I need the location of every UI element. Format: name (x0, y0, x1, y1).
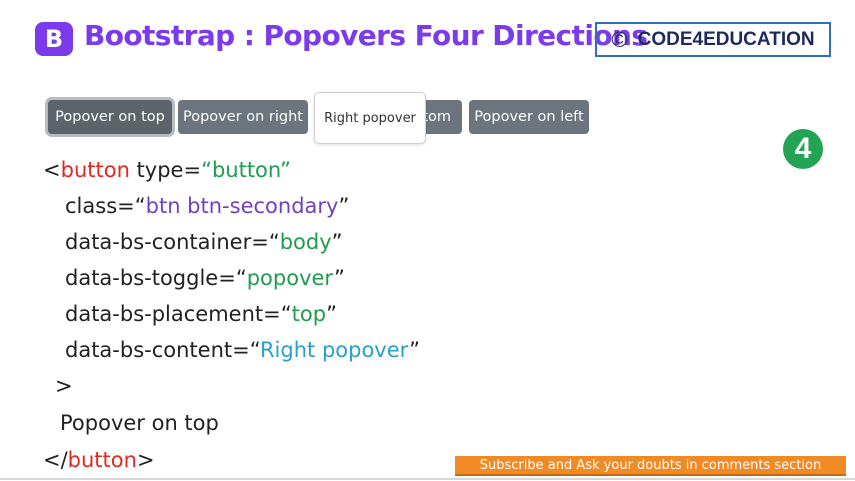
code-gt: > (55, 374, 73, 398)
bootstrap-logo: B (35, 22, 73, 56)
code-content-attr: data-bs-content= (65, 338, 250, 362)
code-line-close-tag: </button> (43, 448, 155, 472)
brand-name: CODE4EDUCATION (637, 28, 815, 50)
brand-box: © CODE4EDUCATION (595, 22, 831, 57)
code-close-lt: </ (43, 448, 68, 472)
code-line-placement: data-bs-placement=“top” (65, 302, 337, 326)
code-line-container: data-bs-container=“body” (65, 230, 343, 254)
right-popover: Right popover (314, 92, 426, 144)
code-quote: ” (338, 194, 350, 218)
code-close-gt: > (136, 448, 155, 472)
code-close-tag-name: button (67, 448, 137, 472)
code-quote: ” (326, 302, 337, 326)
code-placement-attr: data-bs-placement= (65, 302, 281, 326)
code-line-content: data-bs-content=“Right popover” (65, 338, 420, 362)
popover-left-button[interactable]: Popover on left (469, 100, 589, 134)
code-class-attr: class= (65, 194, 135, 218)
code-tag-name: button (60, 158, 130, 182)
code-toggle-attr: data-bs-toggle= (65, 266, 236, 290)
code-quote: ” (333, 266, 345, 290)
code-line-toggle: data-bs-toggle=“popover” (65, 266, 345, 290)
code-quote: “ (280, 302, 292, 326)
popover-top-button[interactable]: Popover on top (48, 100, 172, 134)
popover-text: Right popover (324, 110, 416, 126)
bottom-divider (0, 478, 855, 480)
code4education-watermark-icon: 4 (783, 129, 823, 169)
code-quote: ” (409, 338, 421, 362)
code-lt: < (43, 158, 61, 182)
code-content-value: Right popover (259, 338, 410, 362)
page-title: Bootstrap : Popovers Four Directions (84, 19, 648, 52)
copyright-icon: © (611, 26, 628, 52)
code-inner-text: Popover on top (60, 411, 219, 435)
code-type-value: “button” (201, 158, 291, 182)
code-container-value: body (279, 230, 332, 254)
code-line-class: class=“btn btn-secondary” (65, 194, 349, 218)
code-line-inner-text: Popover on top (60, 411, 219, 435)
code-quote: ” (331, 230, 343, 254)
code-quote: “ (249, 338, 260, 362)
code-line-gt: > (55, 374, 73, 398)
code-quote: “ (235, 266, 247, 290)
code-class-value: btn btn-secondary (145, 194, 339, 218)
popover-right-button[interactable]: Popover on right (178, 100, 308, 134)
code-line-open-tag: <button type=“button” (43, 158, 291, 182)
code-type-attr: type= (129, 158, 202, 182)
code-quote: “ (134, 194, 146, 218)
subscribe-banner: Subscribe and Ask your doubts in comment… (455, 456, 846, 476)
code-quote: “ (268, 230, 280, 254)
code-container-attr: data-bs-container= (65, 230, 269, 254)
code-placement-value: top (291, 302, 327, 326)
code-toggle-value: popover (246, 266, 334, 290)
